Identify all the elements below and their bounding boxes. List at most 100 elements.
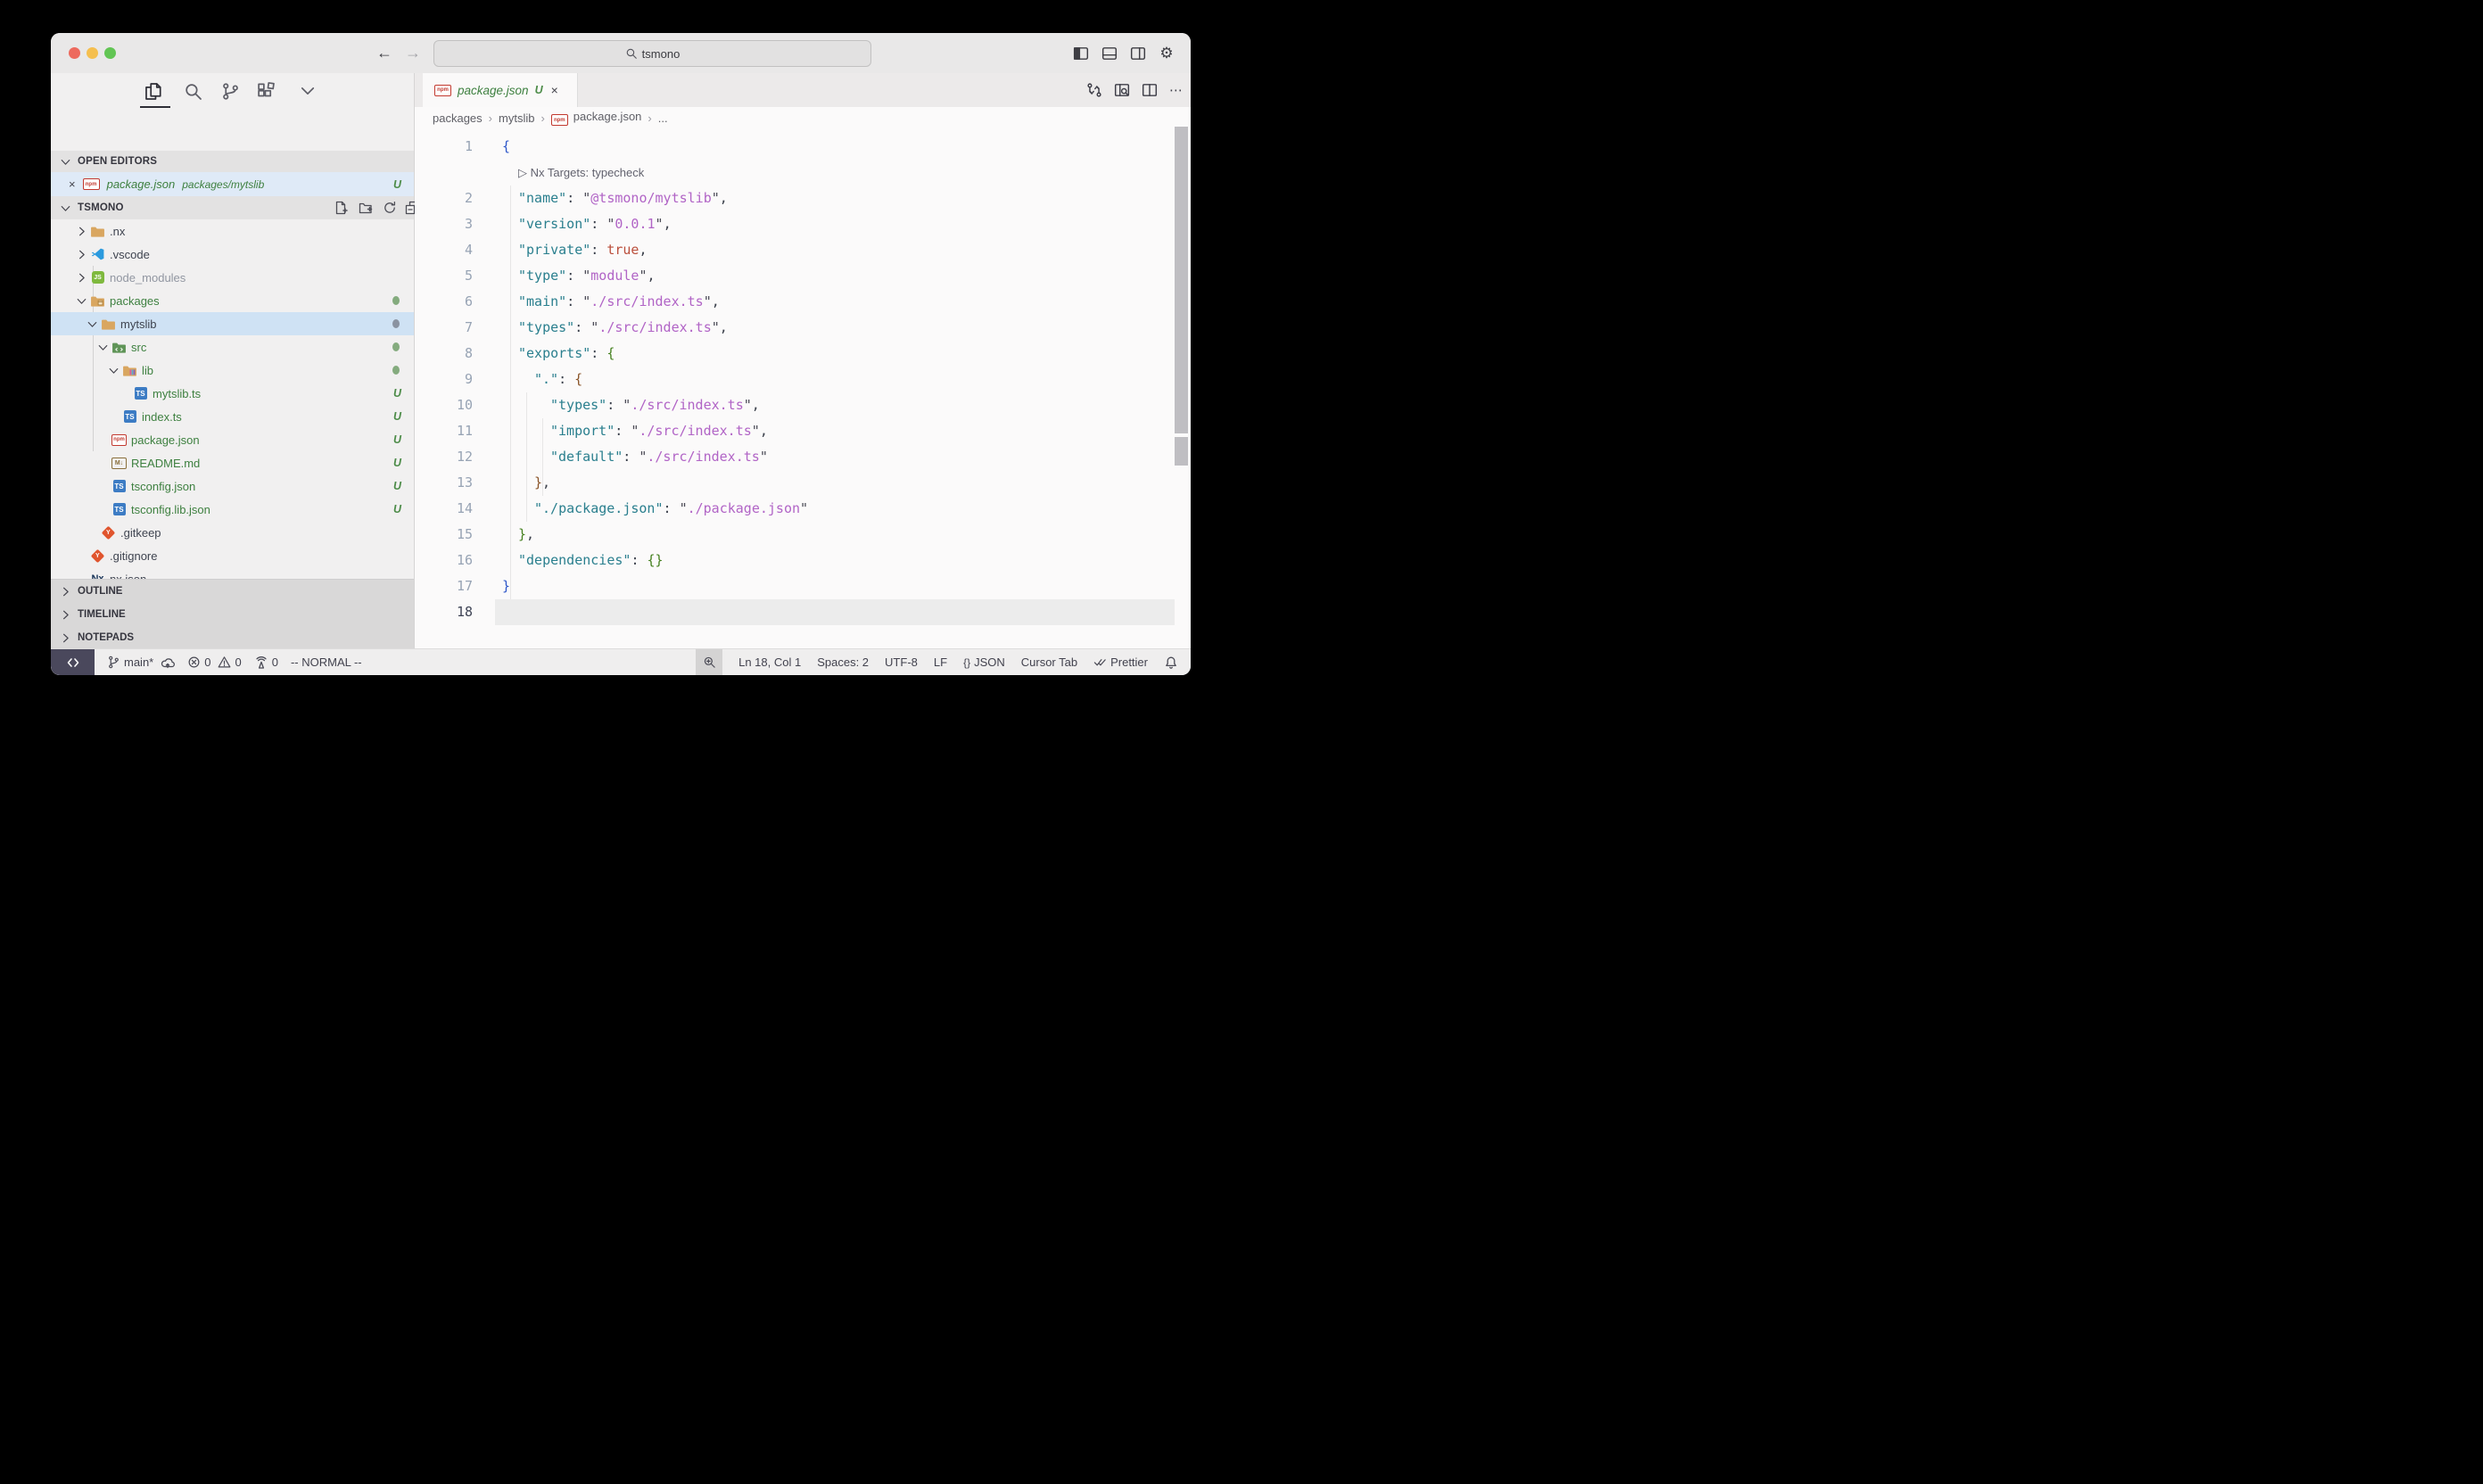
braces-icon: {} <box>963 656 970 669</box>
folder-lib-icon <box>122 363 137 378</box>
tree-item-lib[interactable]: lib <box>51 359 414 382</box>
tree-item-mytslib-ts[interactable]: TSmytslib.tsU <box>51 382 414 405</box>
notifications-bell-icon[interactable] <box>1164 655 1178 670</box>
open-editors-section-header[interactable]: OPEN EDITORS <box>51 151 414 172</box>
search-view-icon[interactable] <box>181 79 204 103</box>
indent-guide <box>510 186 511 599</box>
md-icon: M↓ <box>111 456 127 471</box>
settings-gear-icon[interactable]: ⚙ <box>1157 44 1176 63</box>
new-folder-icon[interactable] <box>359 201 373 215</box>
git-branch-item[interactable]: main* <box>107 655 175 670</box>
problems-item[interactable]: 0 0 <box>187 655 241 669</box>
line-number: 15 <box>415 522 473 548</box>
tree-item-tsconfig-json[interactable]: TStsconfig.jsonU <box>51 474 414 498</box>
toggle-primary-sidebar-icon[interactable] <box>1071 44 1091 63</box>
tree-item-package-json[interactable]: npmpackage.jsonU <box>51 428 414 451</box>
open-preview-icon[interactable] <box>1114 82 1130 98</box>
workspace-section-header[interactable]: TSMONO <box>51 196 414 219</box>
line-number: 6 <box>415 289 473 315</box>
tree-item--nx[interactable]: .nx <box>51 219 414 243</box>
scrollbar-decoration[interactable] <box>1175 437 1188 466</box>
close-traffic-light[interactable] <box>69 47 80 59</box>
close-editor-icon[interactable]: × <box>69 177 76 191</box>
code-line-6: 6"main": "./src/index.ts", <box>415 289 1191 315</box>
language-mode-item[interactable]: {} JSON <box>963 655 1005 669</box>
git-changes-dot <box>392 319 400 328</box>
git-status-badge: U <box>393 457 401 469</box>
sidebar-bottom-sections: OUTLINETIMELINENOTEPADS <box>51 579 414 649</box>
editor-group: npm package.json U × ⋯ packages›mytslib›… <box>415 73 1191 649</box>
breadcrumb-item[interactable]: mytslib <box>499 111 534 125</box>
tree-item-tsconfig-lib-json[interactable]: TStsconfig.lib.jsonU <box>51 498 414 521</box>
sync-cloud-icon[interactable] <box>161 655 175 670</box>
line-number: 17 <box>415 573 473 599</box>
tree-item-label: .gitkeep <box>120 526 161 540</box>
zoom-indicator[interactable] <box>696 649 722 675</box>
back-arrow-icon[interactable]: ← <box>374 41 395 64</box>
scrollbar-thumb[interactable] <box>1175 127 1188 433</box>
split-editor-icon[interactable] <box>1142 82 1158 98</box>
tree-item-node-modules[interactable]: JSnode_modules <box>51 266 414 289</box>
section-header-timeline[interactable]: TIMELINE <box>51 603 414 626</box>
section-header-outline[interactable]: OUTLINE <box>51 580 414 603</box>
explorer-files-icon[interactable] <box>142 79 165 103</box>
code-editor[interactable]: ▷ Nx Targets: typecheck1{ 2"name": "@tsmo… <box>415 128 1191 649</box>
more-views-chevron-icon[interactable] <box>296 79 319 103</box>
tree-item-packages[interactable]: packages <box>51 289 414 312</box>
minimize-traffic-light[interactable] <box>87 47 98 59</box>
toggle-secondary-sidebar-icon[interactable] <box>1128 44 1148 63</box>
cursor-tab-item[interactable]: Cursor Tab <box>1021 655 1077 669</box>
section-header-notepads[interactable]: NOTEPADS <box>51 626 414 649</box>
indentation-item[interactable]: Spaces: 2 <box>817 655 869 669</box>
command-center-search[interactable]: tsmono <box>433 40 871 67</box>
code-line-8: 8"exports": { <box>415 341 1191 367</box>
chevron-right-icon <box>75 225 88 238</box>
forward-arrow-icon[interactable]: → <box>402 41 424 64</box>
breadcrumb-item[interactable]: npmpackage.json <box>551 110 642 127</box>
tree-item--gitignore[interactable]: Y.gitignore <box>51 544 414 567</box>
remote-indicator[interactable] <box>51 649 95 675</box>
error-icon <box>187 655 201 669</box>
code-line-18: 18 <box>415 599 1191 625</box>
open-editor-item[interactable]: × npm package.json packages/mytslib U <box>51 172 414 196</box>
breadcrumb-item[interactable]: packages <box>433 111 483 125</box>
open-editors-label: OPEN EDITORS <box>78 156 157 167</box>
more-actions-icon[interactable]: ⋯ <box>1169 82 1184 98</box>
feedback-item[interactable]: 0 <box>254 655 278 670</box>
zoom-traffic-light[interactable] <box>104 47 116 59</box>
source-control-icon[interactable] <box>219 79 242 103</box>
code-line-1: 1{ <box>415 134 1191 160</box>
chevron-down-icon <box>59 155 72 169</box>
tree-item-src[interactable]: src <box>51 335 414 359</box>
tab-close-icon[interactable]: × <box>551 83 558 97</box>
folder-src-icon <box>111 340 127 355</box>
new-file-icon[interactable] <box>334 201 348 215</box>
status-bar: main* 0 0 0 -- NORMAL -- Ln 18, Col 1 Sp… <box>51 648 1191 675</box>
line-number: 14 <box>415 496 473 522</box>
eol-item[interactable]: LF <box>934 655 947 669</box>
encoding-item[interactable]: UTF-8 <box>885 655 918 669</box>
refresh-explorer-icon[interactable] <box>383 201 397 215</box>
tree-item--gitkeep[interactable]: Y.gitkeep <box>51 521 414 544</box>
codelens-nx-targets[interactable]: ▷ Nx Targets: typecheck <box>518 160 644 186</box>
branch-icon <box>107 655 120 669</box>
code-line-10: 10"types": "./src/index.ts", <box>415 392 1191 418</box>
breadcrumb-item[interactable]: ... <box>658 111 668 125</box>
chevron-down-icon <box>107 364 120 377</box>
tree-item-label: index.ts <box>142 410 182 424</box>
extensions-icon[interactable] <box>254 79 277 103</box>
workspace-label: TSMONO <box>78 202 124 213</box>
tab-package-json[interactable]: npm package.json U × <box>423 73 578 107</box>
tree-item--vscode[interactable]: .vscode <box>51 243 414 266</box>
tree-item-readme-md[interactable]: M↓README.mdU <box>51 451 414 474</box>
chevron-right-icon <box>75 248 88 261</box>
toggle-panel-icon[interactable] <box>1100 44 1119 63</box>
chevron-down-icon <box>75 294 88 308</box>
tree-item-mytslib[interactable]: mytslib <box>51 312 414 335</box>
tree-item-label: mytslib <box>120 317 156 331</box>
code-line-2: 2"name": "@tsmono/mytslib", <box>415 186 1191 211</box>
formatter-item[interactable]: Prettier <box>1093 655 1148 669</box>
open-changes-icon[interactable] <box>1086 82 1102 98</box>
cursor-position-item[interactable]: Ln 18, Col 1 <box>738 655 801 669</box>
tree-item-index-ts[interactable]: TSindex.tsU <box>51 405 414 428</box>
